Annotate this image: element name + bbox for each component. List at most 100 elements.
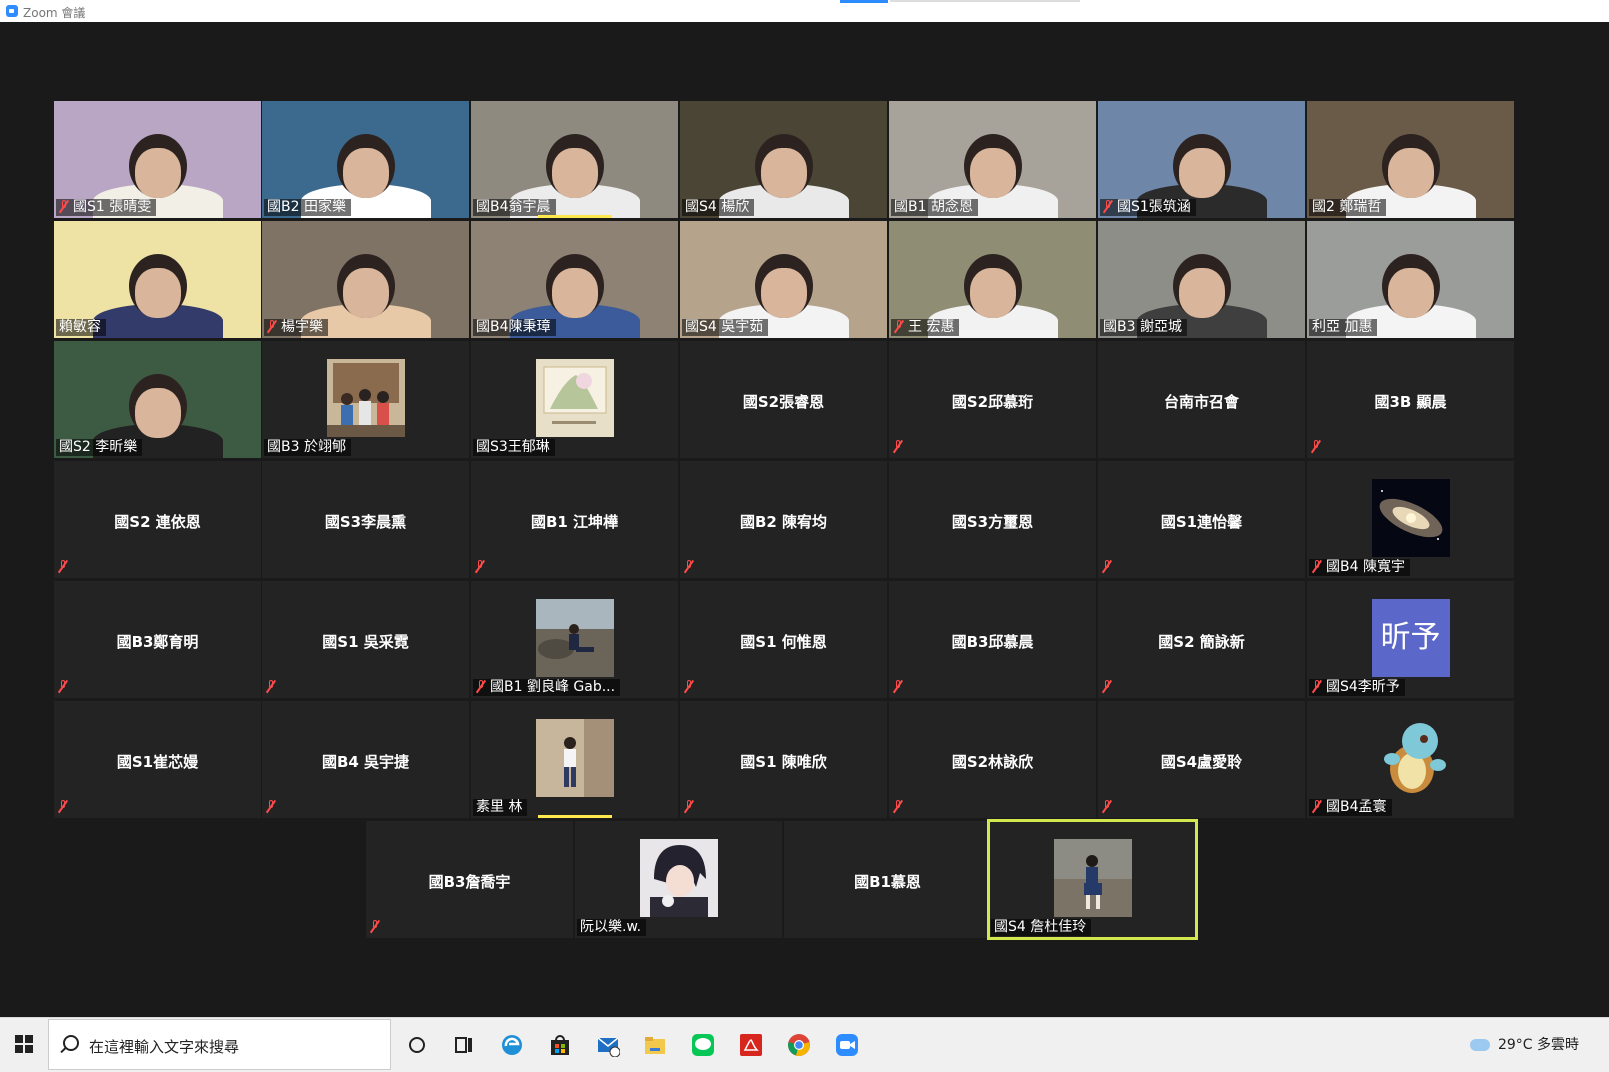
participant-display-name: 國B3邱慕晨 (951, 633, 1034, 651)
muted-mic-icon (1312, 800, 1322, 813)
participant-name-label: 國S1 張晴雯 (56, 199, 157, 216)
participant-display-name: 國S2張睿恩 (742, 393, 825, 411)
muted-mic-icon (894, 320, 904, 333)
zoom-icon[interactable] (835, 1033, 859, 1057)
participant-name: 國S2 李昕樂 (59, 439, 138, 455)
participant-name-label: 國B4翁宇晨 (473, 199, 556, 216)
participant-display-name: 國S3方璽恩 (951, 513, 1034, 531)
participant-tile[interactable]: 國S1 張晴雯 (54, 101, 261, 218)
participant-display-name: 國S2 連依恩 (114, 513, 201, 531)
participant-name-label: 王 宏惠 (891, 319, 960, 336)
participant-tile[interactable]: 國B4翁宇晨 (471, 101, 678, 218)
participant-display-name: 國S2林詠欣 (951, 753, 1034, 771)
participant-name: 國S1 張晴雯 (73, 199, 152, 215)
participant-tile[interactable]: 國B1慕恩 (784, 821, 991, 938)
participant-tile[interactable]: 國B3鄭育明 (54, 581, 261, 698)
participant-tile[interactable]: 國B2 田家樂 (262, 101, 469, 218)
participant-tile[interactable]: 國S1崔芯嫚 (54, 701, 261, 818)
participant-tile[interactable]: 國B1 江坤樺 (471, 461, 678, 578)
participant-name: 國S1張筑涵 (1117, 199, 1191, 215)
participant-name-label: 素里 林 (473, 799, 528, 816)
participant-tile[interactable]: 國S3李晨熏 (262, 461, 469, 578)
participant-tile[interactable]: 王 宏惠 (889, 221, 1096, 338)
participant-tile[interactable]: 國S4 吳宇茹 (680, 221, 887, 338)
windows-start-icon[interactable] (15, 1035, 33, 1053)
participant-tile[interactable]: 國3B 顯晨 (1307, 341, 1514, 458)
weather-widget[interactable]: 29°C 多雲時 (1469, 1034, 1579, 1054)
participant-name-label: 國B4 陳寬宇 (1309, 559, 1410, 576)
participant-name-label: 國B2 田家樂 (264, 199, 351, 216)
mail-icon[interactable] (596, 1033, 620, 1057)
participant-tile[interactable]: 國S3王郁琳 (471, 341, 678, 458)
cortana-icon[interactable] (405, 1033, 429, 1057)
acrobat-icon[interactable] (739, 1033, 763, 1057)
participant-tile[interactable]: 國S3方璽恩 (889, 461, 1096, 578)
participant-display-name: 國S1 何惟恩 (740, 633, 827, 651)
participant-name-label: 國B4孟寰 (1309, 799, 1392, 816)
participant-tile[interactable]: 國B3邱慕晨 (889, 581, 1096, 698)
participant-tile[interactable]: 國S2 連依恩 (54, 461, 261, 578)
participant-display-name: 國S1連怡馨 (1160, 513, 1243, 531)
avatar-initials: 昕予 (1380, 620, 1441, 655)
participant-name-label: 國S1張筑涵 (1100, 199, 1196, 216)
beach-photo-image (535, 599, 614, 677)
participant-tile[interactable]: 國B4 吳宇捷 (262, 701, 469, 818)
participant-tile[interactable]: 國S1 陳唯欣 (680, 701, 887, 818)
muted-mic-icon (476, 680, 486, 693)
participant-name: 國B4孟寰 (1326, 799, 1387, 815)
participant-tile[interactable]: 國S2邱慕珩 (889, 341, 1096, 458)
participant-name: 國B1 胡念恩 (894, 199, 973, 215)
participant-tile[interactable]: 國B4陳秉璋 (471, 221, 678, 338)
store-icon[interactable] (548, 1033, 572, 1057)
participant-tile[interactable]: 國S1張筑涵 (1098, 101, 1305, 218)
participant-tile[interactable]: 楊宇樂 (262, 221, 469, 338)
muted-mic-icon (266, 680, 276, 693)
avatar-galaxy (1371, 479, 1450, 557)
participant-tile[interactable]: 國2 鄭瑞哲 (1307, 101, 1514, 218)
taskbar-search-input[interactable]: 在這裡輸入文字來搜尋 (48, 1019, 391, 1070)
participant-tile[interactable]: 國B2 陳宥均 (680, 461, 887, 578)
participant-tile[interactable]: 素里 林 (471, 701, 678, 818)
participant-name: 賴敏容 (59, 319, 101, 335)
participant-face (1178, 267, 1225, 318)
participant-tile[interactable]: 國B1 劉良峰 Gab... (471, 581, 678, 698)
participant-name-label: 國B1 胡念恩 (891, 199, 978, 216)
participant-display-name: 國B3詹喬宇 (428, 873, 511, 891)
task-view-icon[interactable] (452, 1033, 476, 1057)
participant-tile[interactable]: 利亞 加惠 (1307, 221, 1514, 338)
participant-tile[interactable]: 國S4 楊欣 (680, 101, 887, 218)
sitting-photo-image (1053, 839, 1132, 917)
cloud-icon (1469, 1039, 1490, 1051)
participant-name-label: 賴敏容 (56, 319, 106, 336)
participant-tile[interactable]: 國B4孟寰 (1307, 701, 1514, 818)
participant-name-label: 國S4 詹杜佳玲 (991, 919, 1092, 936)
file-explorer-icon[interactable] (643, 1033, 667, 1057)
participant-tile[interactable]: 國S2張睿恩 (680, 341, 887, 458)
muted-mic-icon (684, 680, 694, 693)
participant-tile[interactable]: 國S1 吳采霓 (262, 581, 469, 698)
windows-taskbar: 在這裡輸入文字來搜尋 29°C 多雲時 (0, 1017, 1609, 1072)
participant-tile[interactable]: 國S2 簡詠新 (1098, 581, 1305, 698)
participant-tile[interactable]: 國B1 胡念恩 (889, 101, 1096, 218)
chrome-icon[interactable] (787, 1033, 811, 1057)
participant-tile[interactable]: 國S4盧愛聆 (1098, 701, 1305, 818)
line-icon[interactable] (691, 1033, 715, 1057)
participant-tile[interactable]: 昕予 國S4李昕予 (1307, 581, 1514, 698)
participant-tile[interactable]: 國B3 於翊郇 (262, 341, 469, 458)
participant-tile[interactable]: 國S1連怡馨 (1098, 461, 1305, 578)
participant-display-name: 國S4盧愛聆 (1160, 753, 1243, 771)
participant-tile[interactable]: 國B4 陳寬宇 (1307, 461, 1514, 578)
muted-mic-icon (1103, 200, 1113, 213)
participant-tile[interactable]: 國B3詹喬宇 (366, 821, 573, 938)
participant-tile[interactable]: 國S2林詠欣 (889, 701, 1096, 818)
participant-tile[interactable]: 國S2 李昕樂 (54, 341, 261, 458)
participant-tile[interactable]: 國B3 謝亞城 (1098, 221, 1305, 338)
participant-tile[interactable]: 阮以樂.w. (575, 821, 782, 938)
muted-mic-icon (58, 560, 68, 573)
avatar-anime-boy (639, 839, 718, 917)
participant-tile[interactable]: 台南市召會 (1098, 341, 1305, 458)
edge-icon[interactable] (500, 1033, 524, 1057)
active-speaker-tile[interactable]: 國S4 詹杜佳玲 (987, 819, 1198, 940)
participant-tile[interactable]: 國S1 何惟恩 (680, 581, 887, 698)
participant-tile[interactable]: 賴敏容 (54, 221, 261, 338)
